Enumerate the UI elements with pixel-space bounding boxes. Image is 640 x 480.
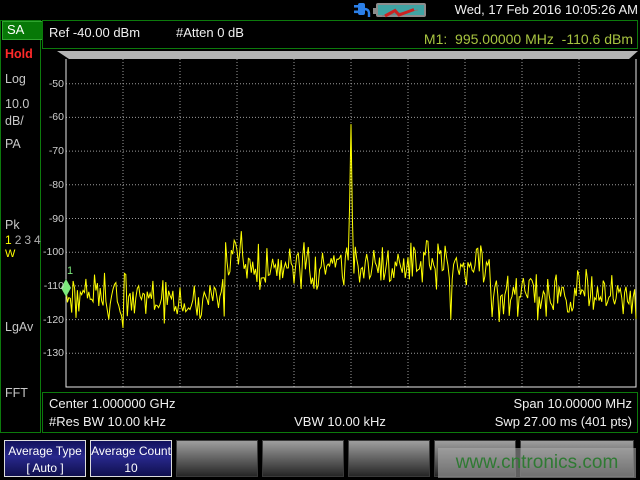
y-axis-label--50: -50 <box>41 78 64 90</box>
sweep-time-readout: Swp 27.00 ms (401 pts) <box>495 414 632 429</box>
softkey-blank-3 <box>176 440 258 477</box>
graticule-top-band <box>57 51 638 59</box>
datetime-display: Wed, 17 Feb 2016 10:05:26 AM <box>455 2 638 17</box>
plot-border <box>66 59 636 387</box>
y-axis-label--90: -90 <box>41 213 64 225</box>
battery-charge-glyph <box>378 8 424 18</box>
softkey-average-count[interactable]: Average Count10 <box>90 440 172 477</box>
y-axis-label--120: -120 <box>41 314 64 326</box>
marker1-number: 1 <box>67 265 73 277</box>
watermark-text: www.cntronics.com <box>438 448 636 478</box>
spectrum-analyzer-screen: Wed, 17 Feb 2016 10:05:26 AM SA Hold Log… <box>0 0 640 480</box>
scale-per-div-unit: dB/ <box>5 114 24 128</box>
softkey-blank-5 <box>348 440 430 477</box>
y-axis-label--130: -130 <box>41 347 64 359</box>
softkey-label-line1: Average Count <box>91 443 171 460</box>
usb-plug-icon <box>354 2 372 18</box>
preamp-indicator: PA <box>5 137 21 151</box>
y-axis-label--100: -100 <box>41 246 64 258</box>
trace-number-active: 1 <box>5 233 15 247</box>
y-axis-label--110: -110 <box>41 280 64 292</box>
y-axis-label--60: -60 <box>41 111 64 123</box>
center-frequency-readout: Center 1.000000 GHz <box>49 396 175 411</box>
mode-tab-sa: SA <box>2 21 44 40</box>
scale-per-div-value: 10.0 <box>5 97 29 111</box>
peak-detector-indicator: Pk <box>5 218 20 232</box>
softkey-label-line2: [ Auto ] <box>5 460 85 477</box>
log-average-indicator: LgAv <box>5 320 33 334</box>
softkey-label-line2: 10 <box>91 460 171 477</box>
trace-write-mode: W <box>5 248 15 260</box>
softkey-label-line1: Average Type <box>5 443 85 460</box>
softkey-blank-4 <box>262 440 344 477</box>
sweep-hold-indicator: Hold <box>5 47 33 61</box>
trace-1 <box>66 124 636 328</box>
reference-level-readout: Ref -40.00 dBm <box>49 25 140 40</box>
attenuation-readout: #Atten 0 dB <box>176 25 244 40</box>
fft-indicator: FFT <box>5 386 28 400</box>
battery-nub <box>373 8 377 14</box>
settings-sidebar: SA Hold Log 10.0 dB/ PA Pk 1234 W LgAv F… <box>0 20 41 433</box>
marker1-readout: M1: 995.00000 MHz -110.6 dBm <box>424 31 633 47</box>
amplitude-scale-type: Log <box>5 72 26 86</box>
trace-numbers-inactive: 234 <box>15 233 44 247</box>
bottom-annotation-bar: Center 1.000000 GHz Span 10.00000 MHz #R… <box>42 392 638 433</box>
video-bandwidth-readout: VBW 10.00 kHz <box>294 414 386 429</box>
status-bar: Wed, 17 Feb 2016 10:05:26 AM <box>0 0 640 20</box>
softkey-average-type[interactable]: Average Type[ Auto ] <box>4 440 86 477</box>
battery-icon <box>376 3 426 17</box>
trace-number-indicator: 1234 <box>5 233 44 247</box>
span-readout: Span 10.00000 MHz <box>513 396 632 411</box>
resolution-bandwidth-readout: #Res BW 10.00 kHz <box>49 414 166 429</box>
y-axis-label--70: -70 <box>41 145 64 157</box>
spectrum-plot: 1 <box>55 49 639 388</box>
y-axis-label--80: -80 <box>41 179 64 191</box>
top-annotation-bar: Ref -40.00 dBm #Atten 0 dB M1: 995.00000… <box>42 20 638 49</box>
